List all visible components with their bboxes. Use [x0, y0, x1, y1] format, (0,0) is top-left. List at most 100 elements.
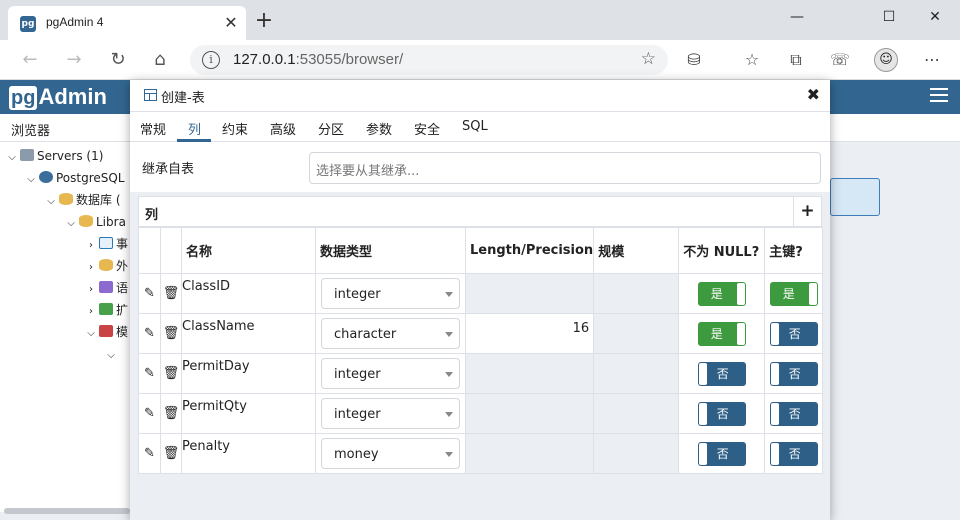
browser-tab[interactable]: pg pgAdmin 4 ✕: [8, 6, 246, 40]
chevron-right-icon[interactable]: ›: [85, 257, 97, 279]
pk-toggle[interactable]: 否: [769, 441, 818, 466]
minimize-icon[interactable]: —: [774, 4, 820, 30]
chevron-down-icon[interactable]: ⌵: [65, 213, 77, 235]
edit-icon[interactable]: ✎: [144, 446, 155, 462]
tab-advanced[interactable]: 高级: [270, 119, 296, 138]
header-length[interactable]: Length/Precision: [464, 227, 595, 274]
trash-icon[interactable]: 🗑: [163, 286, 180, 302]
tree-item-extensions[interactable]: › 扩: [85, 299, 128, 321]
chevron-down-icon[interactable]: ⌵: [85, 323, 97, 345]
scale-cell[interactable]: [593, 393, 680, 434]
tree-item-schema-child[interactable]: ⌵: [105, 343, 117, 365]
tree-item-library-db[interactable]: ⌵ Libra: [65, 211, 126, 233]
trash-icon[interactable]: 🗑: [163, 406, 180, 422]
more-menu-icon[interactable]: ⋯: [920, 48, 944, 72]
pk-toggle[interactable]: 否: [769, 401, 818, 426]
new-tab-icon[interactable]: +: [254, 10, 274, 32]
maximize-icon[interactable]: ☐: [866, 4, 912, 30]
tree-item-postgresql[interactable]: ⌵ PostgreSQL: [25, 167, 125, 189]
profile-avatar-icon[interactable]: ☺: [874, 48, 898, 72]
column-name[interactable]: PermitQty: [181, 393, 316, 434]
column-name[interactable]: ClassID: [181, 273, 316, 314]
tree-item-foreign-data[interactable]: › 外: [85, 255, 128, 277]
notnull-toggle[interactable]: 否: [697, 401, 746, 426]
tree-horizontal-scrollbar[interactable]: [4, 508, 130, 514]
notnull-toggle[interactable]: 否: [697, 441, 746, 466]
scale-cell[interactable]: [593, 273, 680, 314]
tab-constraints[interactable]: 约束: [222, 119, 248, 138]
chevron-down-icon[interactable]: ⌵: [105, 345, 117, 367]
collections-icon[interactable]: ⧉: [784, 48, 808, 72]
pk-toggle[interactable]: 否: [769, 321, 818, 346]
edit-icon[interactable]: ✎: [144, 286, 155, 302]
tab-general[interactable]: 常规: [140, 119, 166, 138]
tab-parameter[interactable]: 参数: [366, 119, 392, 138]
edit-icon[interactable]: ✎: [144, 366, 155, 382]
home-icon[interactable]: ⌂: [148, 48, 172, 72]
notnull-toggle[interactable]: 是: [697, 281, 746, 306]
trash-icon[interactable]: 🗑: [163, 446, 180, 462]
trash-icon[interactable]: 🗑: [163, 326, 180, 342]
scale-cell[interactable]: [593, 353, 680, 394]
column-name[interactable]: ClassName: [181, 313, 316, 354]
header-notnull[interactable]: 不为 NULL?: [678, 227, 766, 274]
edit-icon[interactable]: ✎: [144, 326, 155, 342]
favorites-list-icon[interactable]: ☆: [740, 48, 764, 72]
datatype-select[interactable]: character: [321, 318, 460, 349]
forward-icon[interactable]: →: [62, 48, 86, 72]
tree-item-databases[interactable]: ⌵ 数据库 (: [45, 189, 121, 211]
tree-item-languages[interactable]: › 语: [85, 277, 128, 299]
pk-toggle[interactable]: 是: [769, 281, 818, 306]
tab-partition[interactable]: 分区: [318, 119, 344, 138]
inherit-select[interactable]: 选择要从其继承...: [309, 152, 821, 184]
back-icon[interactable]: ←: [18, 48, 42, 72]
tab-security[interactable]: 安全: [414, 119, 440, 138]
edit-icon[interactable]: ✎: [144, 406, 155, 422]
trash-icon[interactable]: 🗑: [163, 366, 180, 382]
dialog-titlebar[interactable]: 创建-表 ✖: [130, 80, 830, 112]
header-name[interactable]: 名称: [181, 227, 316, 274]
tab-close-icon[interactable]: ✕: [222, 14, 240, 32]
chevron-right-icon[interactable]: ›: [85, 279, 97, 301]
tree-item-event-triggers[interactable]: › 事: [85, 233, 128, 255]
url-field[interactable]: i 127.0.0.1:53055/browser/ ☆: [190, 45, 668, 75]
length-cell[interactable]: [464, 433, 595, 474]
chevron-down-icon[interactable]: ⌵: [45, 191, 57, 213]
chevron-right-icon[interactable]: ›: [85, 235, 97, 257]
tab-columns[interactable]: 列: [188, 119, 201, 138]
length-cell[interactable]: 16: [464, 313, 595, 354]
favorite-star-icon[interactable]: ☆: [641, 49, 656, 69]
notnull-toggle[interactable]: 是: [697, 321, 746, 346]
reload-icon[interactable]: ↻: [106, 48, 130, 72]
length-cell[interactable]: [464, 353, 595, 394]
scale-cell[interactable]: [593, 313, 680, 354]
panel-tab-browser[interactable]: 浏览器: [11, 120, 50, 139]
datatype-select[interactable]: integer: [321, 278, 460, 309]
tree-item-schemas[interactable]: ⌵ 模: [85, 321, 128, 343]
chevron-right-icon[interactable]: ›: [85, 301, 97, 323]
length-cell[interactable]: [464, 393, 595, 434]
tab-sql[interactable]: SQL: [462, 119, 488, 134]
header-datatype[interactable]: 数据类型: [315, 227, 466, 274]
chevron-down-icon[interactable]: ⌵: [6, 147, 18, 169]
header-pk[interactable]: 主键?: [764, 227, 824, 274]
window-close-icon[interactable]: ✕: [912, 4, 958, 30]
hamburger-menu-icon[interactable]: [930, 88, 948, 102]
length-cell[interactable]: [464, 273, 595, 314]
pk-toggle[interactable]: 否: [769, 361, 818, 386]
datatype-select[interactable]: integer: [321, 398, 460, 429]
dialog-close-icon[interactable]: ✖: [807, 86, 820, 104]
column-name[interactable]: PermitDay: [181, 353, 316, 394]
header-scale[interactable]: 规模: [593, 227, 680, 274]
chevron-down-icon[interactable]: ⌵: [25, 169, 37, 191]
datatype-select[interactable]: integer: [321, 358, 460, 389]
add-column-button[interactable]: +: [793, 197, 821, 226]
datatype-select[interactable]: money: [321, 438, 460, 469]
database-extension-icon[interactable]: ⛁: [682, 48, 706, 72]
site-info-icon[interactable]: i: [202, 51, 220, 69]
feedback-icon[interactable]: ☏: [828, 48, 852, 72]
notnull-toggle[interactable]: 否: [697, 361, 746, 386]
scale-cell[interactable]: [593, 433, 680, 474]
column-name[interactable]: Penalty: [181, 433, 316, 474]
tree-item-servers[interactable]: ⌵ Servers (1): [6, 145, 103, 167]
